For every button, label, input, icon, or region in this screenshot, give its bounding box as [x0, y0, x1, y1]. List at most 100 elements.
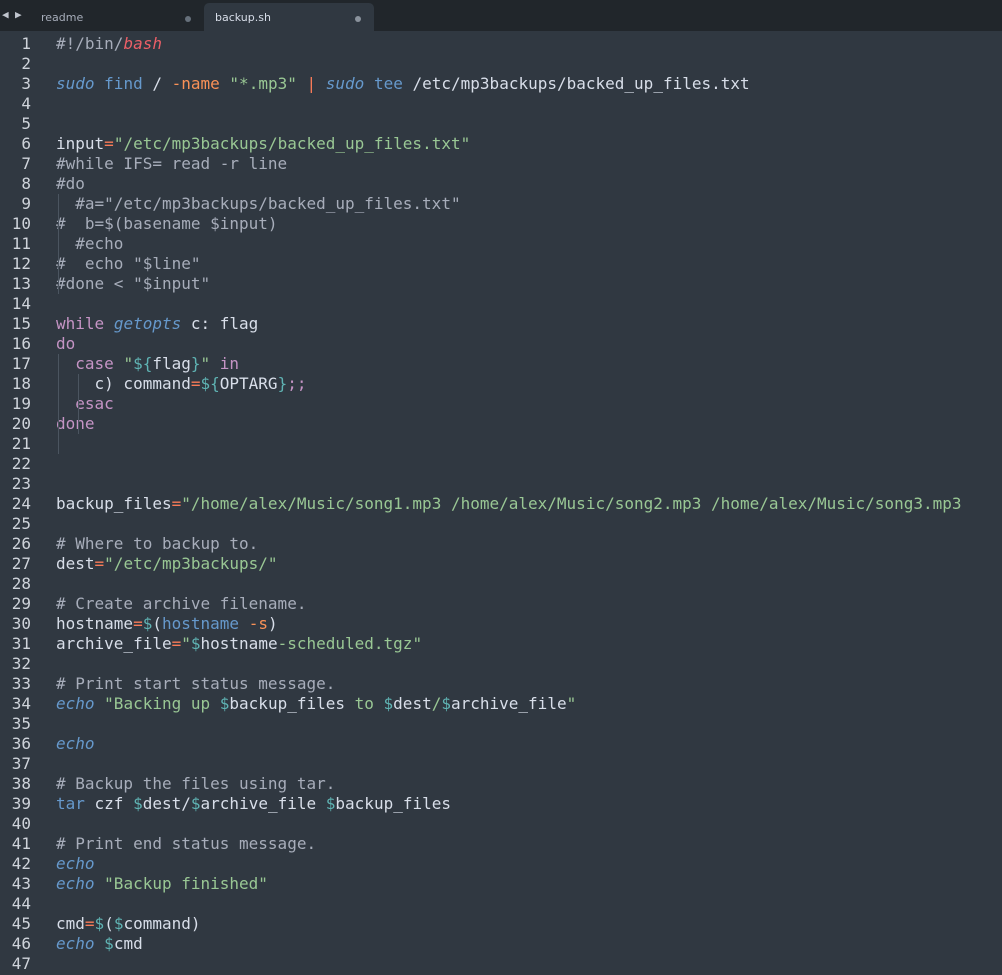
line-number: 7 [21, 154, 31, 173]
code-token: # Backup the files using tar. [56, 774, 336, 793]
code-token: cmd [56, 914, 85, 933]
code-line: do [56, 334, 75, 354]
line-number: 12 [11, 254, 31, 273]
code-token: " [181, 634, 191, 653]
code-token: #done < "$input" [56, 274, 211, 293]
code-token: } [277, 374, 288, 393]
code-line: echo "Backup finished" [56, 874, 268, 894]
code-token: OPTARG [219, 374, 278, 393]
dirty-indicator-icon[interactable] [185, 16, 191, 22]
code-token: / [142, 74, 172, 93]
line-number: 25 [11, 514, 31, 533]
code-token: while [56, 314, 105, 333]
tab-readme[interactable]: readme [30, 3, 201, 31]
line-number: 46 [11, 934, 31, 953]
code-line: # b=$(basename $input) [56, 214, 278, 234]
line-number: 3 [21, 74, 31, 93]
tab-readme-label: readme [41, 11, 84, 24]
code-token: $ [219, 694, 230, 713]
code-token: " [566, 694, 577, 713]
code-line: #do [56, 174, 85, 194]
code-line: tar czf $dest/$archive_file $backup_file… [56, 794, 451, 814]
line-number: 26 [11, 534, 31, 553]
code-token: #while IFS= read -r line [56, 154, 288, 173]
line-number: 17 [11, 354, 31, 373]
line-number: 41 [11, 834, 31, 853]
code-line: echo [56, 854, 95, 874]
tab-backup-sh[interactable]: backup.sh [204, 3, 374, 31]
code-token: c) command [56, 374, 191, 393]
line-number: 42 [11, 854, 31, 873]
code-line: #!/bin/bash [56, 34, 162, 54]
line-number: 45 [11, 914, 31, 933]
code-line: while getopts c: flag [56, 314, 258, 334]
code-line: # Create archive filename. [56, 594, 306, 614]
code-token: backup_files [56, 494, 172, 513]
line-number: 27 [11, 554, 31, 573]
code-line: # echo "$line" [56, 254, 201, 274]
code-token: = [94, 554, 105, 573]
code-token: case [75, 354, 114, 373]
code-token: # b=$(basename $input) [56, 214, 278, 233]
line-number: 18 [11, 374, 31, 393]
line-number: 34 [11, 694, 31, 713]
code-token: "/etc/mp3backups/backed_up_files.txt" [113, 134, 471, 153]
line-number: 39 [11, 794, 31, 813]
line-number: 30 [11, 614, 31, 633]
code-token: $ [383, 694, 394, 713]
tab-bar: ◀ ▶ readme backup.sh [0, 0, 1002, 31]
line-number: 6 [21, 134, 31, 153]
dirty-indicator-icon[interactable] [355, 16, 361, 22]
code-token: ( [152, 614, 162, 633]
code-token: $ [441, 694, 451, 713]
triangle-left-icon[interactable]: ◀ [2, 8, 9, 22]
code-line: #a="/etc/mp3backups/backed_up_files.txt" [56, 194, 460, 214]
code-token: dest [393, 694, 432, 713]
code-token: backup_files [229, 694, 345, 713]
code-line: case "${flag}" in [56, 354, 239, 374]
code-token: backup_files [335, 794, 451, 813]
code-token: flag [152, 354, 191, 373]
code-token: ;; [287, 374, 307, 393]
line-number: 33 [11, 674, 31, 693]
line-number: 2 [21, 54, 31, 73]
code-token: "Backing up [104, 694, 220, 713]
code-token: do [56, 334, 76, 353]
code-line: archive_file="$hostname-scheduled.tgz" [56, 634, 422, 654]
code-token: = [84, 914, 95, 933]
code-token: -name [171, 74, 220, 93]
code-line: esac [56, 394, 114, 414]
code-token: bash [123, 34, 162, 53]
line-number: 37 [11, 754, 31, 773]
code-line: # Backup the files using tar. [56, 774, 335, 794]
code-token: command [123, 914, 191, 933]
code-token: to [345, 694, 384, 713]
code-token: tar [56, 794, 85, 813]
line-number: 8 [21, 174, 31, 193]
code-token: ) [190, 914, 201, 933]
code-token: = [104, 134, 114, 153]
code-line: #done < "$input" [56, 274, 210, 294]
code-token: = [190, 374, 201, 393]
line-number: 36 [11, 734, 31, 753]
code-token: ) [267, 614, 278, 633]
code-token: $ [325, 794, 336, 813]
line-number: 38 [11, 774, 31, 793]
line-number: 9 [21, 194, 31, 213]
line-number: 43 [11, 874, 31, 893]
triangle-right-icon[interactable]: ▶ [15, 8, 22, 22]
tab-backup-sh-label: backup.sh [215, 11, 271, 24]
line-number: 24 [11, 494, 31, 513]
code-token: echo [56, 694, 95, 713]
code-token: # Print end status message. [56, 834, 317, 853]
code-line: sudo find / -name "*.mp3" | sudo tee /et… [56, 74, 750, 94]
code-line: dest="/etc/mp3backups/" [56, 554, 278, 574]
line-number: 40 [11, 814, 31, 833]
code-token: "Backup finished" [104, 874, 268, 893]
